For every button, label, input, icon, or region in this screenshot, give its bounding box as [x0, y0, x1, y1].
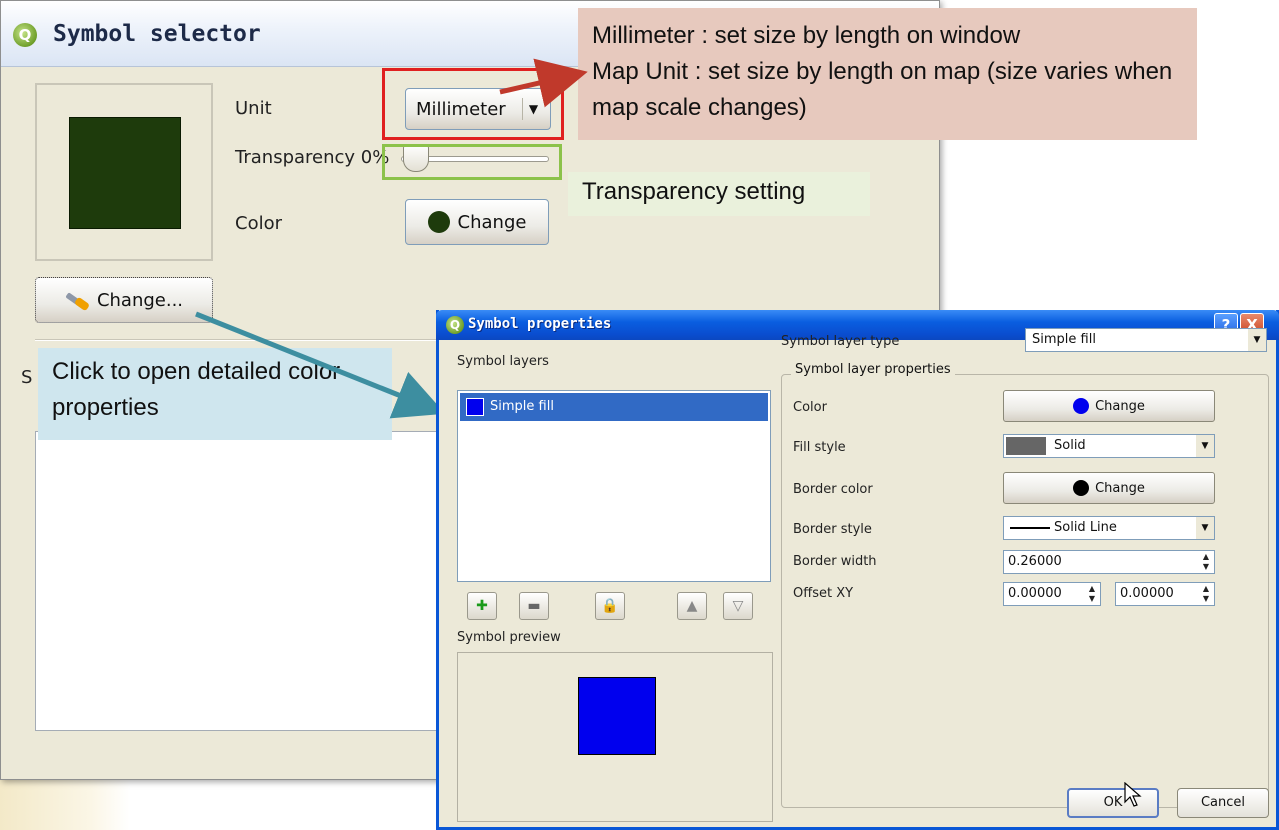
fill-style-select[interactable]: Solid ▼: [1003, 434, 1215, 458]
section-label-fragment: S: [21, 367, 33, 388]
unit-explanation-note: Millimeter : set size by length on windo…: [578, 8, 1197, 140]
lock-layer-button[interactable]: 🔒: [595, 592, 625, 620]
offset-x-value: 0.00000: [1008, 586, 1062, 601]
line-pattern-icon: [1010, 527, 1050, 529]
transparency-highlight-box: [382, 144, 562, 180]
chevron-down-icon: ▼: [1196, 517, 1214, 539]
change-details-button[interactable]: Change...: [35, 277, 213, 323]
symbol-properties-dialog: Q Symbol properties ? X Symbol layers Si…: [436, 310, 1279, 830]
border-color-swatch-icon: [1073, 480, 1090, 496]
color-change-button[interactable]: Change: [405, 199, 549, 245]
symbol-layers-list[interactable]: Simple fill: [457, 390, 771, 582]
fill-color-change-button[interactable]: Change: [1003, 390, 1215, 422]
window-title: Symbol selector: [53, 21, 261, 47]
fill-style-label: Fill style: [793, 440, 846, 455]
symbol-preview-panel: [457, 652, 773, 822]
cancel-button[interactable]: Cancel: [1177, 788, 1269, 818]
fill-pattern-icon: [1006, 437, 1046, 455]
layer-swatch-icon: [466, 398, 484, 416]
triangle-up-icon: ▲: [686, 598, 698, 614]
offset-xy-label: Offset XY: [793, 586, 854, 601]
unit-note-line2: Map Unit : set size by length on map (si…: [592, 58, 1173, 121]
symbol-layer-type-select[interactable]: Simple fill ▼: [1025, 328, 1267, 352]
color-label: Color: [793, 400, 827, 415]
plus-icon: ✚: [476, 598, 488, 614]
border-color-label: Border color: [793, 482, 873, 497]
border-color-change-label: Change: [1095, 480, 1145, 496]
unit-label: Unit: [235, 98, 272, 119]
dialog-title: Symbol properties: [468, 316, 612, 332]
wrench-icon: [65, 290, 89, 310]
qgis-icon: Q: [13, 23, 37, 47]
detail-properties-note: Click to open detailed color properties: [38, 348, 392, 440]
symbol-preview-box: [35, 83, 213, 261]
ok-button[interactable]: OK: [1067, 788, 1159, 818]
symbol-preview-swatch: [69, 117, 181, 229]
transparency-note: Transparency setting: [568, 172, 870, 216]
color-change-label: Change: [457, 211, 527, 233]
spin-arrows-icon[interactable]: ▲ ▼: [1199, 552, 1213, 572]
spin-arrows-icon[interactable]: ▲ ▼: [1199, 584, 1213, 604]
unit-highlight-box: [382, 68, 564, 140]
fill-color-swatch-icon: [1073, 398, 1090, 414]
border-style-label: Border style: [793, 522, 872, 537]
symbol-preview-swatch: [578, 677, 656, 755]
transparency-label: Transparency 0%: [235, 147, 390, 168]
fill-color-change-label: Change: [1095, 398, 1145, 414]
layer-type-value: Simple fill: [1032, 332, 1096, 347]
lock-icon: 🔒: [601, 598, 619, 614]
change-details-label: Change...: [96, 289, 184, 311]
border-style-value: Solid Line: [1054, 520, 1117, 535]
border-color-change-button[interactable]: Change: [1003, 472, 1215, 504]
unit-note-line1: Millimeter : set size by length on windo…: [592, 22, 1021, 49]
symbol-layers-label: Symbol layers: [457, 354, 549, 369]
offset-x-spinbox[interactable]: 0.00000 ▲ ▼: [1003, 582, 1101, 606]
border-width-spinbox[interactable]: 0.26000 ▲ ▼: [1003, 550, 1215, 574]
symbol-preview-label: Symbol preview: [457, 630, 561, 645]
spin-arrows-icon[interactable]: ▲ ▼: [1085, 584, 1099, 604]
offset-y-value: 0.00000: [1120, 586, 1174, 601]
offset-y-spinbox[interactable]: 0.00000 ▲ ▼: [1115, 582, 1215, 606]
color-label: Color: [235, 213, 282, 234]
chevron-down-icon: ▼: [1248, 329, 1266, 351]
symbol-layer-type-label: Symbol layer type: [781, 334, 900, 349]
qgis-icon: Q: [446, 316, 464, 334]
add-layer-button[interactable]: ✚: [467, 592, 497, 620]
chevron-down-icon: ▼: [1196, 435, 1214, 457]
border-width-value: 0.26000: [1008, 554, 1062, 569]
triangle-down-icon: ▽: [732, 598, 744, 614]
mouse-cursor-icon: [1124, 782, 1142, 807]
border-style-select[interactable]: Solid Line ▼: [1003, 516, 1215, 540]
layer-item-label: Simple fill: [490, 399, 554, 414]
move-up-button[interactable]: ▲: [677, 592, 707, 620]
layer-item-simple-fill[interactable]: Simple fill: [460, 393, 768, 421]
border-width-label: Border width: [793, 554, 877, 569]
group-legend: Symbol layer properties: [791, 362, 955, 377]
minus-icon: ▬: [527, 598, 541, 614]
color-swatch-icon: [427, 211, 450, 233]
move-down-button[interactable]: ▽: [723, 592, 753, 620]
fill-style-value: Solid: [1054, 438, 1086, 453]
remove-layer-button[interactable]: ▬: [519, 592, 549, 620]
